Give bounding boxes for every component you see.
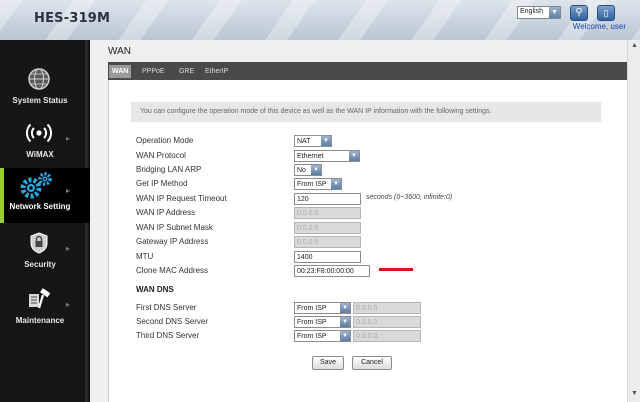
select-value: From ISP (297, 305, 327, 312)
subnet-mask-input[interactable]: 0.0.0.0 (294, 222, 361, 234)
select-value: Ethernet (297, 153, 324, 160)
field-label: Bridging LAN ARP (136, 165, 202, 174)
chevron-down-icon: ▼ (321, 136, 331, 146)
language-value: English (520, 8, 543, 15)
dns-row: Second DNS Server From ISP ▼ 0.0.0.0 (136, 316, 421, 329)
info-banner: You can configure the operation mode of … (131, 102, 601, 122)
search-button[interactable]: ⚲ (570, 5, 588, 21)
wan-ip-input[interactable]: 0.0.0.0 (294, 207, 361, 219)
field-label: Second DNS Server (136, 317, 209, 326)
select-value: NAT (297, 138, 311, 145)
second-dns-method-select[interactable]: From ISP ▼ (294, 316, 351, 328)
ip-request-timeout-row: WAN IP Request Timeout 120 seconds (0~36… (136, 193, 586, 206)
page-scrollbar[interactable]: ▲ ▼ (627, 40, 640, 402)
bridging-lan-arp-row: Bridging LAN ARP No ▼ (136, 164, 322, 177)
scroll-down-icon[interactable]: ▼ (631, 390, 638, 397)
dns-row: First DNS Server From ISP ▼ 0.0.0.0 (136, 302, 421, 315)
sidebar-item-network-setting[interactable]: Network Setting ▸ (0, 168, 90, 223)
header-bar: HES-319M English ▼ ⚲ ▯ Welcome, user (0, 0, 640, 40)
sidebar: System Status WiMAX ▸ Network Setting ▸ (0, 40, 90, 402)
field-label: Gateway IP Address (136, 237, 209, 246)
wan-protocol-select[interactable]: Ethernet ▼ (294, 150, 360, 162)
chevron-right-icon: ▸ (65, 186, 70, 195)
field-label: Operation Mode (136, 136, 194, 145)
field-label: WAN IP Request Timeout (136, 194, 227, 203)
field-label: WAN Protocol (136, 151, 186, 160)
field-label: WAN IP Subnet Mask (136, 223, 213, 232)
sidebar-item-maintenance[interactable]: Maintenance ▸ (0, 282, 90, 337)
sidebar-item-wimax[interactable]: WiMAX ▸ (0, 116, 90, 171)
logout-button[interactable]: ▯ (597, 5, 615, 21)
shield-icon (30, 232, 48, 254)
globe-icon (28, 68, 50, 90)
bridging-lan-arp-select[interactable]: No ▼ (294, 164, 322, 176)
gears-icon (20, 172, 52, 199)
sidebar-item-security[interactable]: Security ▸ (0, 226, 90, 281)
select-value: From ISP (297, 319, 327, 326)
logout-door-icon: ▯ (603, 8, 609, 18)
chevron-down-icon: ▼ (549, 7, 560, 18)
select-value: From ISP (297, 333, 327, 340)
redaction-mark (379, 268, 413, 271)
wan-protocol-row: WAN Protocol Ethernet ▼ (136, 150, 360, 163)
field-label: MTU (136, 252, 154, 261)
dns-section-title: WAN DNS (136, 285, 174, 294)
chevron-down-icon: ▼ (331, 179, 341, 189)
timeout-hint: seconds (0~3600, infinite:0) (366, 194, 453, 201)
gateway-input[interactable]: 0.0.0.0 (294, 236, 361, 248)
field-label: Get IP Method (136, 179, 188, 188)
sidebar-item-system-status[interactable]: System Status (0, 62, 90, 117)
chevron-down-icon: ▼ (340, 303, 350, 313)
sidebar-item-label: WiMAX (26, 150, 54, 159)
save-button[interactable]: Save (312, 356, 344, 370)
language-select[interactable]: English ▼ (517, 6, 561, 19)
wireless-signal-icon (26, 123, 52, 143)
clone-mac-input[interactable]: 00:23:F8:00:00:00 (294, 265, 370, 277)
get-ip-method-row: Get IP Method From ISP ▼ (136, 178, 342, 191)
tab-gre[interactable]: GRE (179, 65, 194, 78)
select-value: From ISP (297, 181, 327, 188)
ip-request-timeout-input[interactable]: 120 (294, 193, 361, 205)
operation-mode-select[interactable]: NAT ▼ (294, 135, 332, 147)
page-title: WAN (108, 46, 131, 57)
sidebar-item-label: Network Setting (9, 202, 71, 211)
chevron-down-icon: ▼ (349, 151, 359, 161)
tab-pppoe[interactable]: PPPoE (142, 65, 165, 78)
field-label: WAN IP Address (136, 208, 196, 217)
main-content: WAN WAN PPPoE GRE EtherIP You can config… (90, 40, 627, 402)
dns-row: Third DNS Server From ISP ▼ 0.0.0.0 (136, 330, 421, 343)
get-ip-method-select[interactable]: From ISP ▼ (294, 178, 342, 190)
tab-wan[interactable]: WAN (109, 65, 132, 78)
third-dns-method-select[interactable]: From ISP ▼ (294, 330, 351, 342)
operation-mode-row: Operation Mode NAT ▼ (136, 135, 332, 148)
settings-panel: You can configure the operation mode of … (108, 80, 627, 402)
chevron-down-icon: ▼ (340, 331, 350, 341)
magnifier-icon: ⚲ (575, 7, 583, 18)
mtu-input[interactable]: 1400 (294, 251, 361, 263)
first-dns-input[interactable]: 0.0.0.0 (353, 302, 421, 314)
field-label: First DNS Server (136, 303, 197, 312)
active-indicator (0, 168, 4, 223)
chevron-down-icon: ▼ (311, 165, 321, 175)
field-label: Clone MAC Address (136, 266, 209, 275)
hammer-icon (29, 288, 51, 309)
cancel-button[interactable]: Cancel (352, 356, 392, 370)
chevron-right-icon: ▸ (65, 300, 70, 309)
second-dns-input[interactable]: 0.0.0.0 (353, 316, 421, 328)
chevron-down-icon: ▼ (340, 317, 350, 327)
scroll-up-icon[interactable]: ▲ (631, 42, 638, 49)
sidebar-item-label: Maintenance (15, 316, 65, 325)
sidebar-item-label: System Status (12, 96, 68, 105)
field-label: Third DNS Server (136, 331, 200, 340)
select-value: No (297, 167, 306, 174)
welcome-text: Welcome, user (572, 22, 626, 31)
tab-etherip[interactable]: EtherIP (205, 65, 228, 78)
device-model-title: HES-319M (34, 11, 111, 26)
chevron-right-icon: ▸ (65, 134, 70, 143)
first-dns-method-select[interactable]: From ISP ▼ (294, 302, 351, 314)
third-dns-input[interactable]: 0.0.0.0 (353, 330, 421, 342)
chevron-right-icon: ▸ (65, 244, 70, 253)
sidebar-item-label: Security (24, 260, 56, 269)
tab-bar: WAN PPPoE GRE EtherIP (108, 62, 627, 80)
